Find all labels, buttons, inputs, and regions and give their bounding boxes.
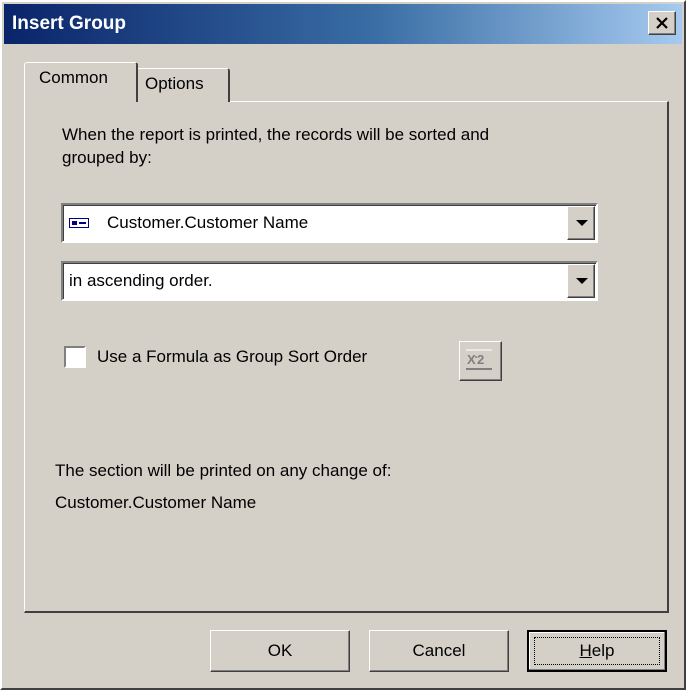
section-change-text: The section will be printed on any chang… — [55, 461, 392, 480]
intro-text-line1: When the report is printed, the records … — [62, 125, 490, 144]
sort-order-dropdown-button[interactable] — [567, 264, 595, 298]
focus-rectangle — [534, 637, 660, 665]
title-bar[interactable]: Insert Group — [4, 4, 682, 44]
insert-group-dialog: Insert Group Common Options When the rep… — [0, 0, 686, 690]
window-title: Insert Group — [12, 13, 127, 34]
sort-order-select[interactable]: in ascending order. — [61, 261, 598, 301]
close-button[interactable] — [648, 11, 676, 35]
ok-label: OK — [267, 641, 293, 660]
cancel-button[interactable]: Cancel — [369, 630, 509, 672]
formula-editor-button[interactable]: X 2 — [459, 341, 502, 381]
group-field-select[interactable]: Customer.Customer Name — [61, 203, 598, 243]
section-change-field: Customer.Customer Name — [55, 493, 257, 512]
svg-text:2: 2 — [477, 352, 484, 367]
svg-text:X: X — [467, 352, 476, 367]
tab-options[interactable]: Options — [136, 68, 230, 102]
ok-button[interactable]: OK — [210, 630, 350, 672]
intro-text-line2: grouped by: — [62, 148, 152, 167]
cancel-label: Cancel — [412, 641, 466, 660]
formula-sort-checkbox[interactable] — [64, 346, 86, 368]
close-icon — [656, 17, 668, 29]
sort-order-value: in ascending order. — [69, 271, 213, 290]
help-button[interactable]: Help — [527, 630, 667, 672]
tab-common[interactable]: Common — [24, 62, 138, 102]
tab-common-label: Common — [39, 68, 108, 87]
tab-options-label: Options — [145, 74, 204, 93]
formula-editor-icon: X 2 — [466, 349, 492, 370]
group-field-value: Customer.Customer Name — [107, 213, 309, 232]
formula-sort-label[interactable]: Use a Formula as Group Sort Order — [97, 346, 367, 368]
database-field-icon — [69, 218, 89, 228]
group-field-dropdown-button[interactable] — [567, 206, 595, 240]
